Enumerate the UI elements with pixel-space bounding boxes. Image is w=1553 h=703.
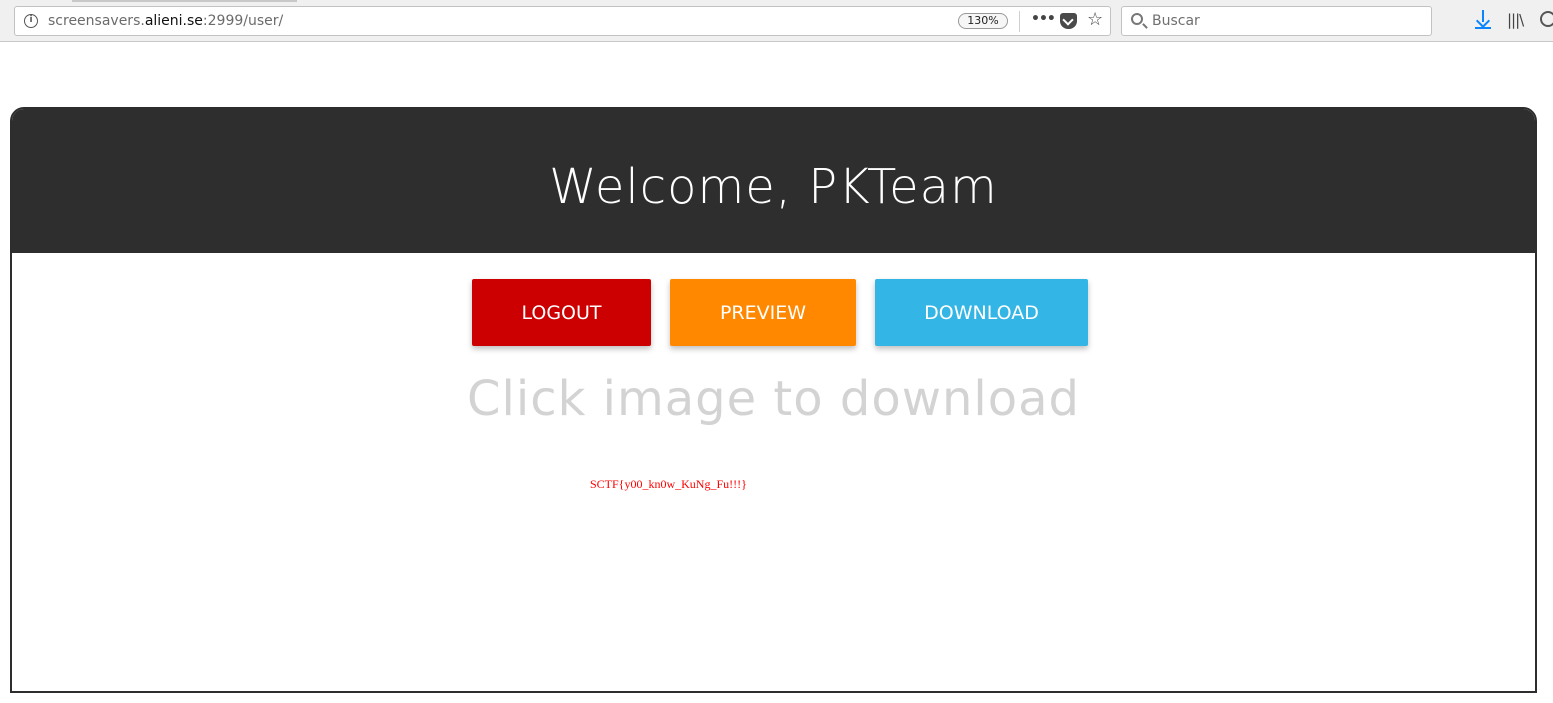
url-text[interactable]: screensavers.alieni.se:2999/user/	[48, 13, 283, 29]
zoom-level-badge[interactable]: 130%	[958, 13, 1008, 29]
download-button[interactable]: DOWNLOAD	[875, 279, 1088, 346]
search-bar[interactable]	[1121, 6, 1432, 36]
click-image-hint: Click image to download	[467, 371, 1080, 427]
logout-button[interactable]: LOGOUT	[472, 279, 651, 346]
library-icon[interactable]: |||\	[1507, 11, 1524, 29]
more-icon[interactable]: •••	[1031, 11, 1056, 27]
pocket-icon[interactable]	[1060, 13, 1077, 29]
preview-button[interactable]: PREVIEW	[670, 279, 856, 346]
url-prefix: screensavers.	[48, 13, 145, 29]
search-input[interactable]	[1152, 10, 1422, 32]
menu-icon[interactable]	[1540, 11, 1553, 27]
active-tab-indicator	[72, 0, 297, 2]
star-icon[interactable]: ☆	[1087, 9, 1103, 30]
info-icon[interactable]: i	[24, 14, 38, 28]
url-suffix: :2999/user/	[202, 13, 284, 29]
url-host: alieni.se	[144, 13, 203, 29]
user-card: Welcome, PKTeam LOGOUT PREVIEW DOWNLOAD …	[10, 107, 1537, 693]
screensaver-image[interactable]: SCTF{y00_kn0w_KuNg_Fu!!!}	[572, 469, 822, 499]
image-text: SCTF{y00_kn0w_KuNg_Fu!!!}	[590, 477, 747, 491]
card-header: Welcome, PKTeam	[12, 109, 1535, 253]
search-icon	[1131, 13, 1143, 25]
browser-toolbar: i screensavers.alieni.se:2999/user/ 130%…	[0, 0, 1553, 42]
download-icon[interactable]	[1475, 10, 1491, 30]
url-bar-divider	[1019, 11, 1020, 32]
url-bar[interactable]: i screensavers.alieni.se:2999/user/ 130%…	[14, 6, 1111, 36]
welcome-heading: Welcome, PKTeam	[549, 159, 998, 215]
